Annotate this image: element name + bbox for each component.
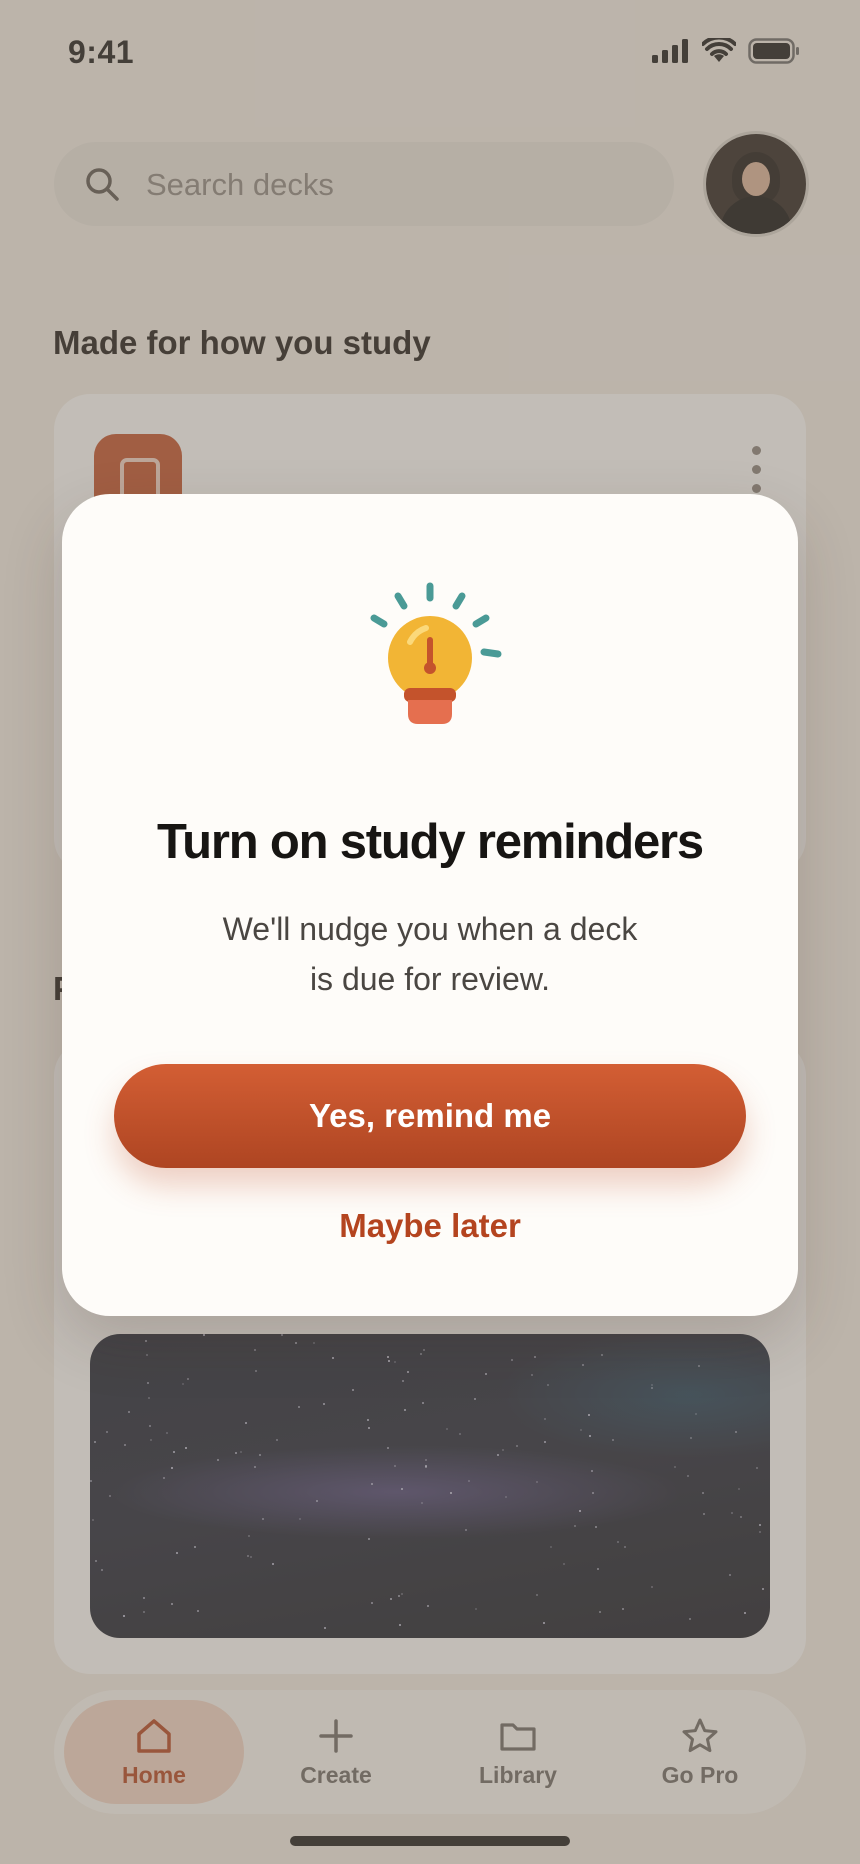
dialog-title: Turn on study reminders bbox=[157, 815, 704, 869]
reminder-dialog: Turn on study reminders We'll nudge you … bbox=[62, 494, 798, 1316]
dialog-message-line: We'll nudge you when a deck bbox=[222, 911, 638, 947]
lightbulb-icon bbox=[370, 582, 502, 724]
dialog-message-line: is due for review. bbox=[309, 961, 551, 997]
dismiss-button[interactable]: Maybe later bbox=[280, 1198, 580, 1254]
confirm-reminders-button[interactable]: Yes, remind me bbox=[114, 1064, 746, 1168]
dialog-message: We'll nudge you when a deck is due for r… bbox=[182, 904, 678, 1004]
